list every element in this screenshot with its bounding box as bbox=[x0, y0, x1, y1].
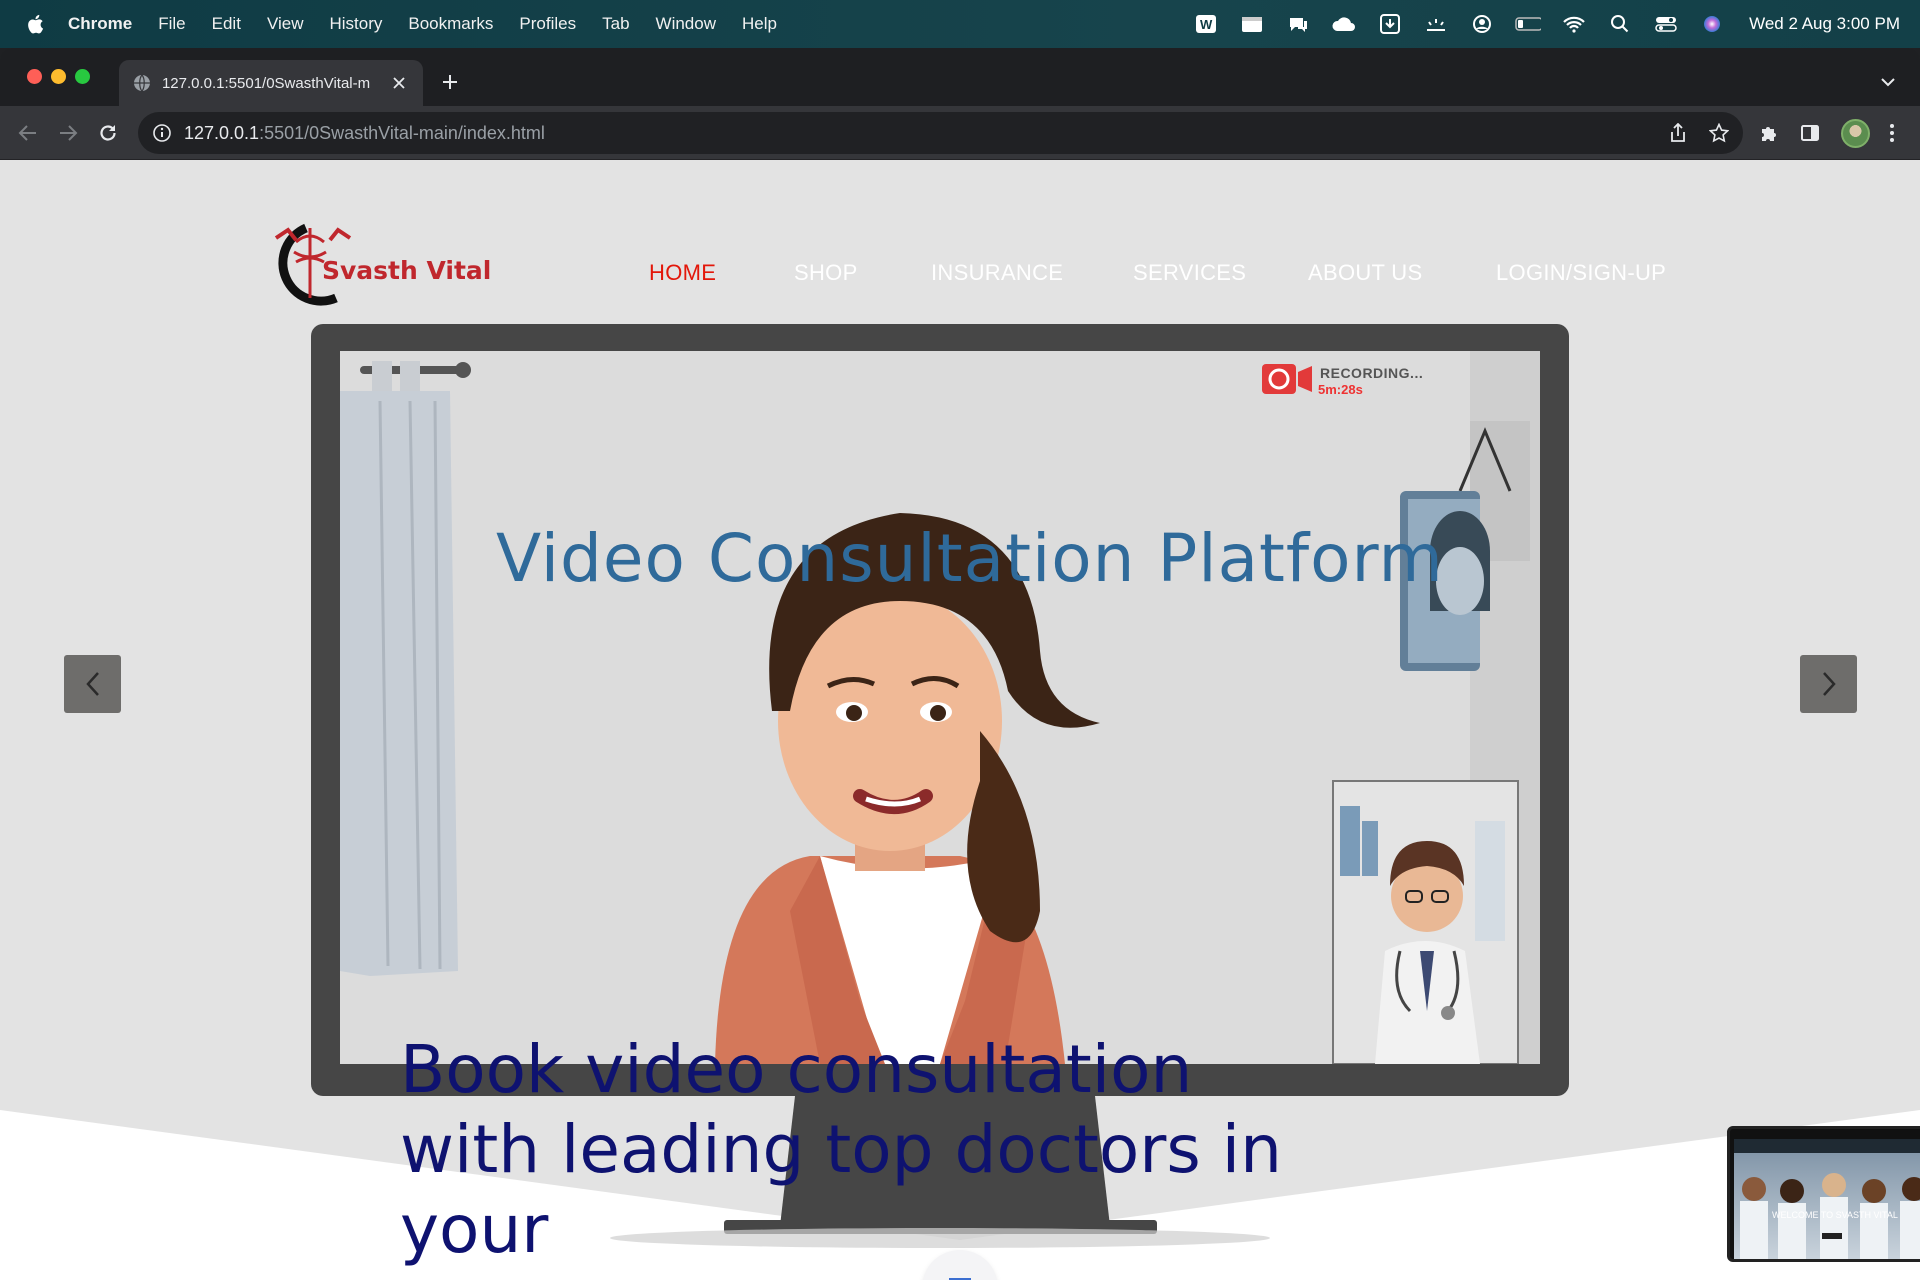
macos-menu-bar: Chrome File Edit View History Bookmarks … bbox=[0, 0, 1920, 48]
user-circle-icon[interactable] bbox=[1469, 13, 1495, 35]
globe-icon bbox=[133, 74, 150, 92]
cloud-icon[interactable] bbox=[1331, 13, 1357, 35]
battery-icon[interactable] bbox=[1515, 13, 1542, 35]
chevron-left-icon bbox=[85, 672, 99, 696]
download-icon[interactable] bbox=[1377, 13, 1403, 35]
tab-close-icon[interactable] bbox=[389, 73, 409, 93]
site-info-icon[interactable] bbox=[152, 123, 172, 143]
wifi-icon[interactable] bbox=[1561, 13, 1587, 35]
carousel-prev-button[interactable] bbox=[64, 655, 121, 713]
browser-window: 127.0.0.1:5501/0SwasthVital-m 127.0.0.1:… bbox=[0, 48, 1920, 1280]
menu-file[interactable]: File bbox=[158, 14, 185, 34]
reload-icon[interactable] bbox=[94, 119, 122, 147]
url-path: :5501/0SwasthVital-main/index.html bbox=[259, 122, 545, 143]
nav-shop[interactable]: SHOP bbox=[794, 260, 858, 286]
nav-insurance[interactable]: INSURANCE bbox=[931, 260, 1063, 286]
menu-profiles[interactable]: Profiles bbox=[519, 14, 576, 34]
menu-edit[interactable]: Edit bbox=[212, 14, 241, 34]
menu-tab[interactable]: Tab bbox=[602, 14, 629, 34]
profile-avatar[interactable] bbox=[1841, 119, 1870, 148]
control-center-icon[interactable] bbox=[1653, 13, 1679, 35]
search-icon[interactable] bbox=[1607, 13, 1633, 35]
share-icon[interactable] bbox=[1664, 119, 1692, 147]
siri-icon[interactable] bbox=[1699, 13, 1725, 35]
tab-strip: 127.0.0.1:5501/0SwasthVital-m bbox=[0, 48, 1920, 106]
carousel-next-button[interactable] bbox=[1800, 655, 1857, 713]
side-panel-icon[interactable] bbox=[1796, 119, 1824, 147]
forward-arrow-icon[interactable] bbox=[54, 119, 82, 147]
hero-title: Video Consultation Platform bbox=[496, 520, 1444, 597]
picture-in-picture-window[interactable]: WELCOME TO SVASTH VITAL bbox=[1727, 1126, 1920, 1262]
bookmark-star-icon[interactable] bbox=[1705, 119, 1733, 147]
svg-text:W: W bbox=[1200, 17, 1213, 32]
menu-help[interactable]: Help bbox=[742, 14, 777, 34]
menu-clock[interactable]: Wed 2 Aug 3:00 PM bbox=[1749, 14, 1900, 34]
back-arrow-icon[interactable] bbox=[14, 119, 42, 147]
nav-services[interactable]: SERVICES bbox=[1133, 260, 1246, 286]
tab-title: 127.0.0.1:5501/0SwasthVital-m bbox=[161, 74, 371, 92]
address-bar[interactable]: 127.0.0.1:5501/0SwasthVital-main/index.h… bbox=[138, 112, 1743, 154]
menu-view[interactable]: View bbox=[267, 14, 304, 34]
kebab-menu-icon[interactable] bbox=[1878, 119, 1906, 147]
status-area: W Wed 2 Aug 3:00 PM bbox=[1193, 0, 1900, 48]
browser-toolbar: 127.0.0.1:5501/0SwasthVital-main/index.h… bbox=[0, 106, 1920, 160]
hero-slide-image bbox=[340, 351, 1540, 1064]
page-viewport: RECORDING... 5m:28s Video Consultation P… bbox=[0, 160, 1920, 1280]
word-icon[interactable]: W bbox=[1193, 13, 1219, 35]
menu-history[interactable]: History bbox=[329, 14, 382, 34]
menu-bookmarks[interactable]: Bookmarks bbox=[408, 14, 493, 34]
minimize-window-button[interactable] bbox=[51, 69, 66, 84]
extensions-puzzle-icon[interactable] bbox=[1755, 119, 1783, 147]
hero-caption: Book video consultation with leading top… bbox=[400, 1031, 1282, 1268]
pip-caption: WELCOME TO SVASTH VITAL bbox=[1772, 1210, 1898, 1220]
tab-search-chevron-icon[interactable] bbox=[1876, 70, 1900, 94]
pip-preview: WELCOME TO SVASTH VITAL bbox=[1734, 1139, 1920, 1259]
calendar-icon[interactable] bbox=[1239, 13, 1265, 35]
monitor-frame bbox=[311, 324, 1569, 1096]
chevron-right-icon bbox=[1822, 672, 1836, 696]
url-host: 127.0.0.1 bbox=[184, 122, 260, 143]
apple-icon[interactable] bbox=[24, 13, 46, 35]
hospital-building-icon bbox=[949, 1278, 971, 1280]
nav-login-signup[interactable]: LOGIN/SIGN-UP bbox=[1496, 260, 1666, 286]
logo-text[interactable]: Svasth Vital bbox=[322, 256, 491, 285]
close-window-button[interactable] bbox=[27, 69, 42, 84]
menu-app-name[interactable]: Chrome bbox=[68, 14, 132, 34]
nav-about-us[interactable]: ABOUT US bbox=[1308, 260, 1422, 286]
new-tab-icon[interactable] bbox=[436, 68, 464, 96]
messages-icon[interactable] bbox=[1285, 13, 1311, 35]
menu-window[interactable]: Window bbox=[656, 14, 716, 34]
browser-tab[interactable]: 127.0.0.1:5501/0SwasthVital-m bbox=[119, 60, 423, 106]
fullscreen-window-button[interactable] bbox=[75, 69, 90, 84]
recording-label: RECORDING... bbox=[1320, 365, 1424, 381]
nav-home[interactable]: HOME bbox=[649, 260, 716, 286]
brightness-icon[interactable] bbox=[1423, 13, 1449, 35]
recording-time: 5m:28s bbox=[1318, 382, 1363, 397]
